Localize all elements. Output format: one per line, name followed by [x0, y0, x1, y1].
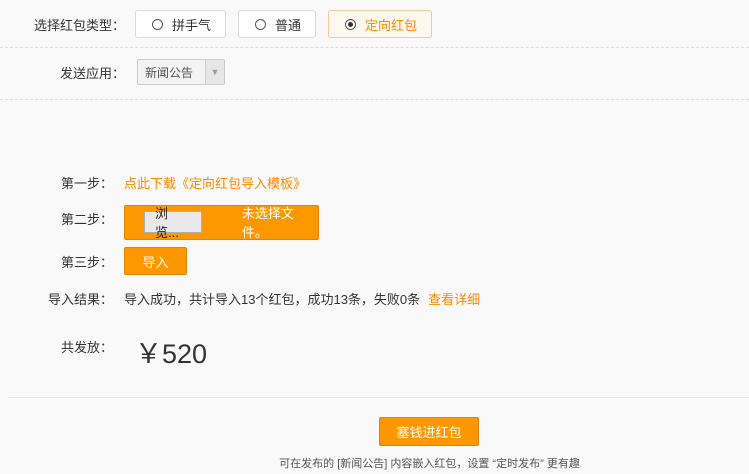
packet-type-row: 选择红包类型： 拼手气 普通 定向红包: [0, 9, 433, 39]
send-app-select[interactable]: 新闻公告 ▼: [137, 59, 225, 85]
divider: [0, 47, 749, 48]
hint-text: 可在发布的 [新闻公告] 内容嵌入红包，设置 “定时发布” 更有趣: [279, 458, 580, 470]
radio-icon: [255, 18, 267, 30]
step-two-row: 第二步： 浏览... 未选择文件。: [0, 204, 319, 240]
type-option-lucky[interactable]: 拼手气: [135, 10, 227, 38]
send-app-value: 新闻公告: [145, 65, 194, 80]
type-option-targeted[interactable]: 定向红包: [328, 10, 433, 38]
divider: [0, 99, 749, 100]
type-option-normal[interactable]: 普通: [238, 10, 317, 38]
download-template-link[interactable]: 点此下载《定向红包导入模板》: [124, 173, 306, 192]
total-amount: ￥520: [135, 338, 208, 369]
radio-icon: [152, 18, 163, 30]
import-result-label: 导入结果：: [47, 291, 113, 307]
view-details-link[interactable]: 查看详细: [428, 289, 480, 308]
step-one-row: 第一步： 点此下载《定向红包导入模板》: [0, 172, 306, 192]
send-app-row: 发送应用： 新闻公告 ▼: [0, 58, 225, 86]
step-three-row: 第三步： 导入: [0, 247, 187, 275]
import-result-text: 导入成功，共计导入13个红包，成功13条，失败0条: [124, 291, 421, 307]
chevron-down-icon: ▼: [205, 60, 224, 84]
step-three-label: 第三步：: [60, 254, 113, 270]
import-result-row: 导入结果： 导入成功，共计导入13个红包，成功13条，失败0条 查看详细: [0, 288, 480, 308]
total-row: 共发放： ￥520: [0, 334, 208, 369]
total-label: 共发放：: [60, 340, 113, 355]
type-option-label: 普通: [275, 17, 302, 33]
radio-checked-icon: [345, 18, 357, 30]
import-button[interactable]: 导入: [124, 247, 187, 275]
send-app-label: 发送应用：: [59, 65, 125, 81]
submit-red-packet-button[interactable]: 塞钱进红包: [379, 417, 479, 446]
type-option-label: 定向红包: [365, 17, 418, 33]
step-two-label: 第二步：: [60, 212, 113, 227]
packet-type-label: 选择红包类型：: [33, 17, 125, 33]
browse-button[interactable]: 浏览...: [144, 206, 202, 240]
type-option-label: 拼手气: [172, 17, 212, 33]
file-input[interactable]: 浏览... 未选择文件。: [124, 204, 319, 240]
file-status-text: 未选择文件。: [241, 206, 294, 240]
step-one-label: 第一步：: [60, 175, 113, 191]
red-packet-page: 选择红包类型： 拼手气 普通 定向红包 发送应用： 新闻公告 ▼ 第一步： 点此…: [0, 0, 749, 474]
divider: [8, 397, 749, 398]
